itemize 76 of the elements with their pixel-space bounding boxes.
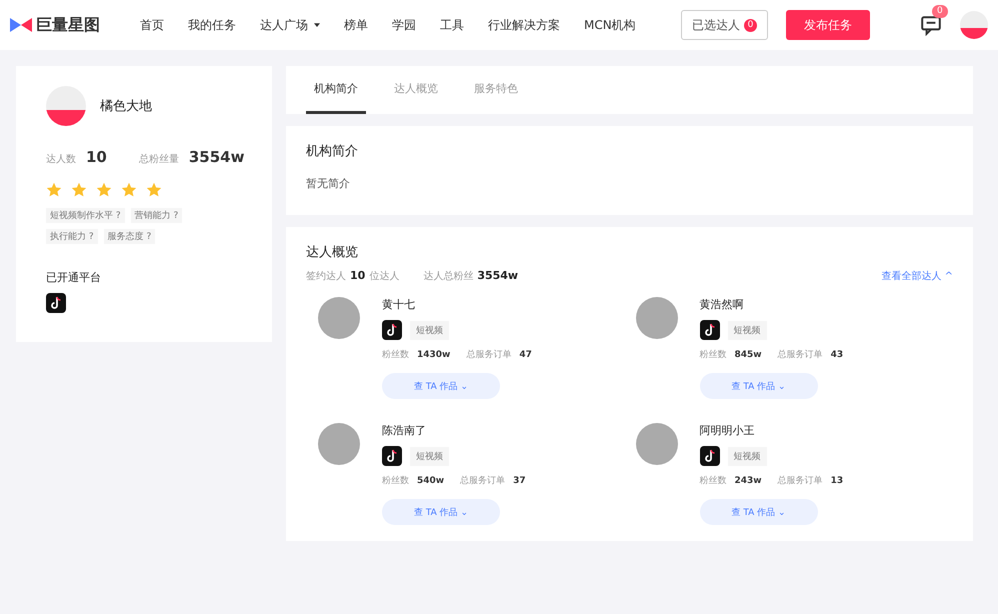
- stat-value: 3554w: [188, 148, 244, 166]
- nav-link[interactable]: 我的任务: [188, 16, 236, 34]
- photo-placeholder: [318, 297, 360, 339]
- photo-placeholder: [636, 297, 678, 339]
- nav-link[interactable]: MCN机构: [584, 16, 636, 34]
- stat-label: 粉丝数: [700, 348, 726, 361]
- category-tag: 短视频: [410, 320, 449, 340]
- stat-value: 1430w: [417, 350, 450, 360]
- section-title: 达人概览: [306, 244, 359, 261]
- stat-value: 13: [830, 476, 844, 486]
- stat-value: 540w: [417, 476, 444, 486]
- nav-link[interactable]: 工具: [440, 16, 464, 34]
- nav-link[interactable]: 学园: [392, 16, 416, 34]
- stat-label: 粉丝数: [382, 474, 409, 487]
- category-tag: 短视频: [728, 320, 766, 340]
- stat-label: 总服务订单: [778, 348, 823, 361]
- stat-label: 总服务订单: [466, 348, 512, 361]
- star-icon: [71, 182, 87, 198]
- photo-placeholder: [318, 423, 360, 465]
- stat-label: 总服务订单: [460, 474, 506, 487]
- creator-name[interactable]: 阿明明小王: [700, 423, 852, 438]
- message-icon[interactable]: [920, 14, 942, 36]
- photo-placeholder: [636, 423, 678, 465]
- star-icon: [46, 182, 62, 198]
- stat-value: 37: [513, 476, 526, 486]
- platforms-title: 已开通平台: [46, 270, 102, 285]
- nav-link[interactable]: 榜单: [344, 16, 368, 34]
- music-note-app-icon[interactable]: [46, 293, 66, 313]
- logo-text[interactable]: 巨量星图: [36, 14, 100, 36]
- stat-value: 10: [86, 148, 107, 166]
- view-all-link[interactable]: 查看全部达人 ^: [881, 269, 953, 283]
- stat-label: 总服务订单: [778, 474, 823, 487]
- stat-value: 47: [519, 350, 532, 360]
- star-icon: [146, 182, 162, 198]
- nav-link[interactable]: 达人广场: [260, 16, 308, 34]
- nav-link[interactable]: 行业解决方案: [488, 16, 560, 34]
- stat-label: 总粉丝量: [138, 152, 179, 166]
- stat-label: 粉丝数: [700, 474, 726, 487]
- stat-value: 845w: [734, 350, 762, 360]
- profile-name: 橘色大地: [100, 98, 152, 115]
- section-title: 机构简介: [306, 143, 359, 160]
- stat-label: 粉丝数: [382, 348, 409, 361]
- rating-tag: 短视频制作水平 ?: [46, 208, 125, 223]
- tab[interactable]: 机构简介: [306, 66, 366, 114]
- creator-name[interactable]: 陈浩南了: [382, 423, 534, 438]
- profile-avatar: [46, 86, 86, 126]
- notification-badge: 0: [932, 5, 948, 18]
- logo-icon: [10, 17, 32, 33]
- creator-name[interactable]: 黄浩然啊: [700, 297, 852, 312]
- star-icon: [121, 182, 137, 198]
- music-note-app-icon[interactable]: [700, 446, 720, 466]
- stat-label: 达人数: [46, 152, 76, 166]
- category-tag: 短视频: [410, 446, 449, 466]
- stat-value: 43: [830, 350, 844, 360]
- stat-value: 3554w: [477, 269, 518, 282]
- stat-unit: 位达人: [369, 270, 400, 283]
- music-note-app-icon[interactable]: [700, 320, 720, 340]
- nav-link[interactable]: 首页: [140, 16, 164, 34]
- music-note-app-icon[interactable]: [382, 446, 402, 466]
- creator-name[interactable]: 黄十七: [382, 297, 540, 312]
- stat-label: 签约达人: [306, 270, 346, 283]
- star-icon: [96, 182, 112, 198]
- stat-label: 达人总粉丝: [423, 270, 474, 283]
- music-note-app-icon[interactable]: [382, 320, 402, 340]
- stat-value: 10: [350, 269, 366, 282]
- rating-tag: 营销能力 ?: [130, 208, 182, 223]
- publish-task-button[interactable]: 发布任务: [786, 10, 870, 40]
- count-badge: 0: [744, 18, 757, 32]
- rating-tag: 执行能力 ?: [46, 229, 98, 244]
- caret-icon[interactable]: [314, 22, 320, 28]
- intro-text: 暂无简介: [306, 176, 351, 191]
- selected-creators-button[interactable]: 已选达人 0: [681, 10, 768, 40]
- rating-tag: 服务态度 ?: [104, 229, 156, 244]
- stat-value: 243w: [734, 476, 762, 486]
- category-tag: 短视频: [728, 446, 766, 466]
- user-avatar[interactable]: [960, 11, 988, 39]
